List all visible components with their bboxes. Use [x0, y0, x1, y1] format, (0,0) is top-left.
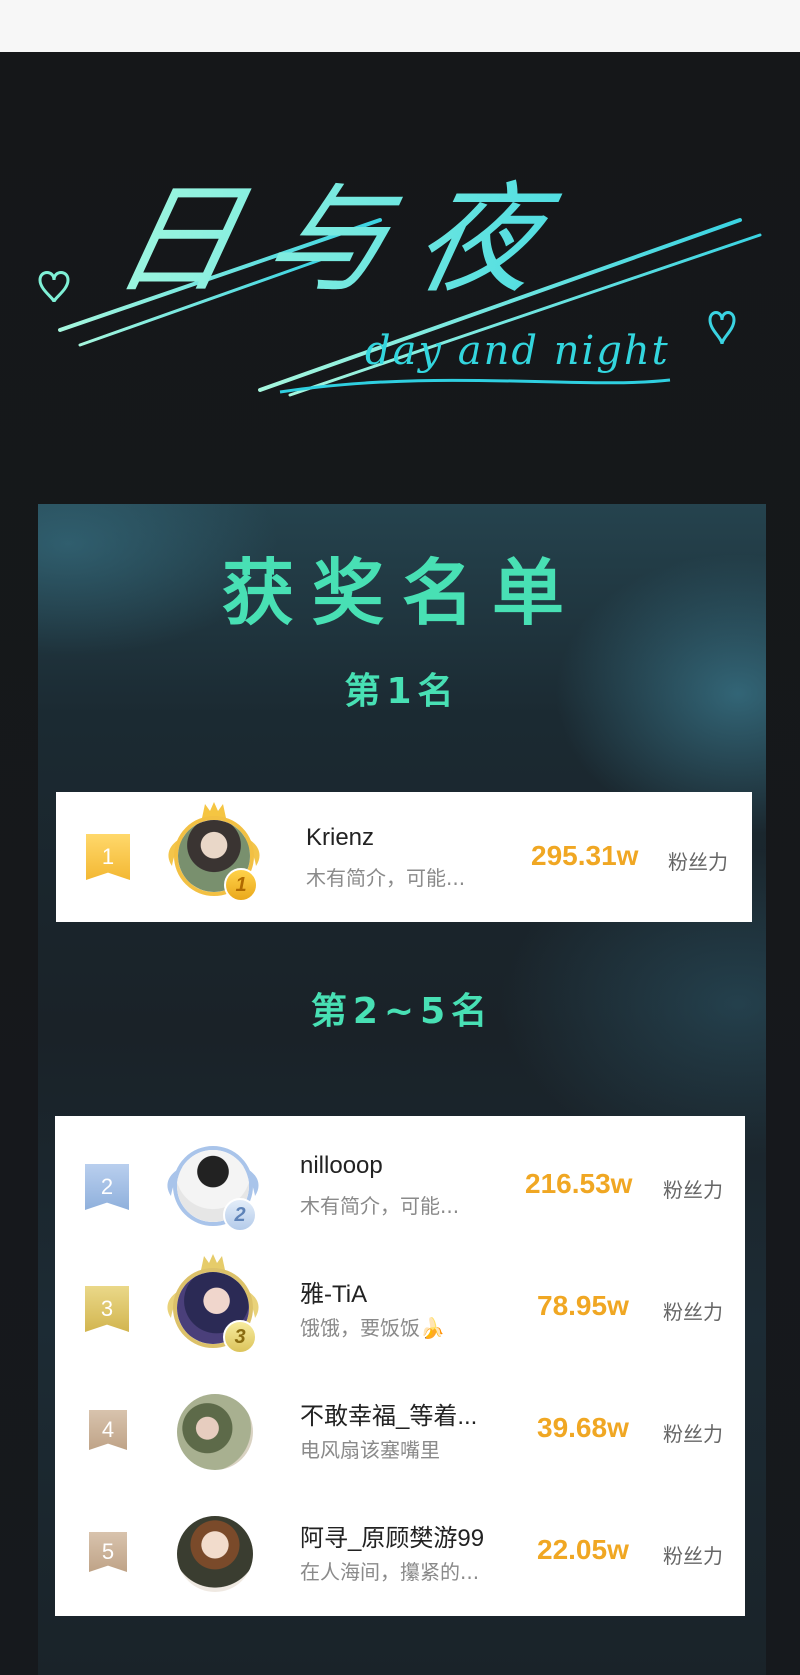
section-title-rest: 第2~5名 — [310, 991, 494, 1032]
fan-power-value: 22.05w — [537, 1534, 629, 1565]
fan-power-value: 295.31w — [531, 840, 639, 871]
winner-name: nillooop — [300, 1152, 383, 1179]
winner-desc: 饿饿，要饭饭🍌 — [300, 1316, 445, 1340]
winner-row-1[interactable]: 1 1 Krienz 木有简介，可能... 295.31w 粉丝力 — [56, 796, 752, 918]
avatar-frame — [163, 1380, 263, 1480]
medal-2-icon: 2 — [223, 1198, 257, 1232]
winner-row-2[interactable]: 2 2 nillooop 木有简介，可能... 216.53w 粉丝力 — [55, 1126, 745, 1248]
event-page: 日与夜 day and night 获奖名单 第1名 1 1 Krienz 木有… — [0, 52, 800, 1675]
winner-row-5[interactable]: 5 阿寻_原顾樊游99 在人海间，攥紧的... 22.05w 粉丝力 — [55, 1492, 745, 1614]
section-title-first: 第1名 — [344, 671, 460, 712]
fan-power-unit: 粉丝力 — [663, 1544, 723, 1568]
avatar-frame-silver: 2 — [163, 1136, 263, 1236]
winner-desc: 电风扇该塞嘴里 — [300, 1438, 440, 1462]
winner-name: 雅-TiA — [300, 1281, 368, 1308]
fan-power-unit: 粉丝力 — [663, 1178, 723, 1202]
panel-title: 获奖名单 — [221, 551, 582, 635]
runner-up-card: 2 2 nillooop 木有简介，可能... 216.53w 粉丝力 3 3 … — [55, 1116, 745, 1616]
avatar — [177, 1516, 253, 1592]
winner-panel: 获奖名单 第1名 1 1 Krienz 木有简介，可能... 295.31w 粉… — [38, 504, 766, 1675]
logo-title-chinese: 日与夜 — [102, 142, 589, 316]
rank-badge: 3 — [85, 1286, 129, 1332]
winner-desc: 木有简介，可能... — [300, 1194, 460, 1218]
fan-power-value: 39.68w — [537, 1412, 629, 1443]
winner-name: 不敢幸福_等着... — [300, 1403, 478, 1430]
fan-power-value: 216.53w — [525, 1168, 633, 1199]
rank-badge: 2 — [85, 1164, 129, 1210]
winner-name: Krienz — [306, 824, 375, 851]
rank-badge: 1 — [86, 834, 130, 880]
winner-row-4[interactable]: 4 不敢幸福_等着... 电风扇该塞嘴里 39.68w 粉丝力 — [55, 1370, 745, 1492]
fan-power-unit: 粉丝力 — [668, 850, 728, 874]
first-place-card: 1 1 Krienz 木有简介，可能... 295.31w 粉丝力 — [56, 792, 752, 922]
avatar-frame-bronze: 3 — [163, 1254, 263, 1358]
avatar — [177, 1394, 253, 1470]
fan-power-unit: 粉丝力 — [663, 1300, 723, 1324]
winner-name: 阿寻_原顾樊游99 — [300, 1525, 485, 1552]
rank-badge: 4 — [89, 1410, 127, 1450]
fan-power-unit: 粉丝力 — [663, 1422, 723, 1446]
avatar-frame-gold: 1 — [164, 802, 264, 906]
medal-3-icon: 3 — [223, 1320, 257, 1354]
winner-row-3[interactable]: 3 3 雅-TiA 饿饿，要饭饭🍌 78.95w 粉丝力 — [55, 1248, 745, 1370]
rank-badge: 5 — [89, 1532, 127, 1572]
winner-desc: 在人海间，攥紧的... — [300, 1560, 480, 1584]
fan-power-value: 78.95w — [537, 1290, 629, 1321]
avatar-frame — [163, 1502, 263, 1602]
winner-desc: 木有简介，可能... — [306, 866, 466, 890]
medal-1-icon: 1 — [224, 868, 258, 902]
logo-title-english: day and night — [365, 328, 670, 374]
status-bar — [0, 0, 800, 52]
